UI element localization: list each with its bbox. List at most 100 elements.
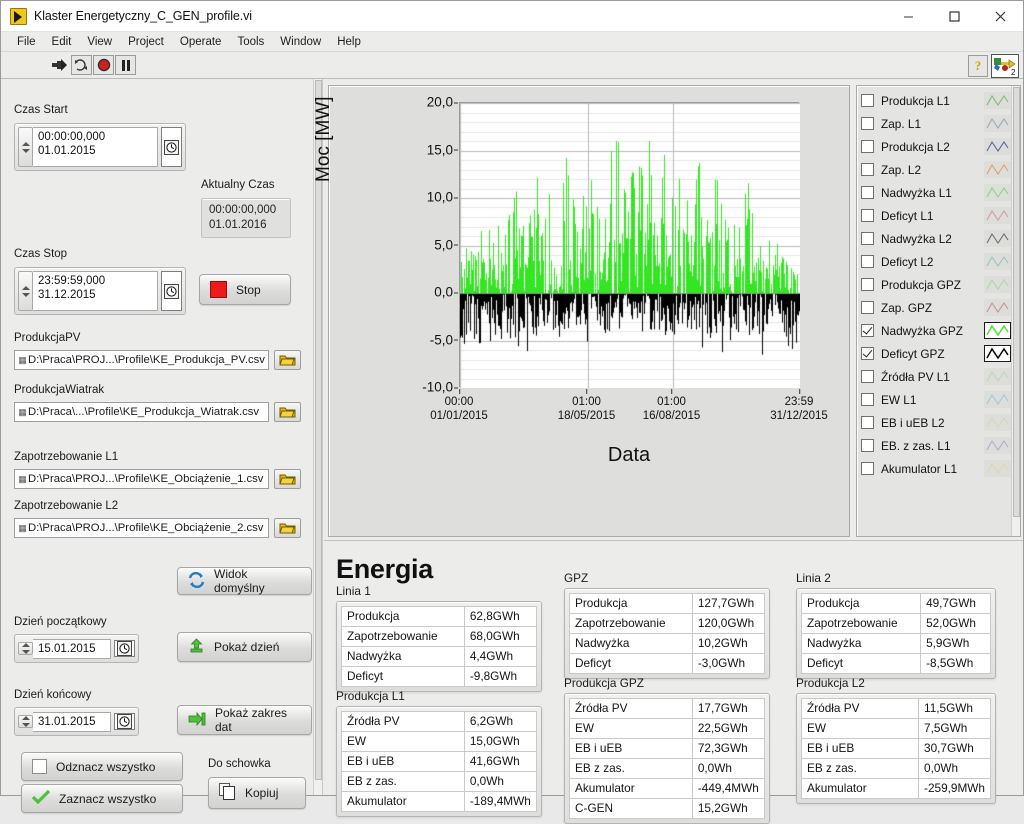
run-continuously-icon[interactable] [71,55,92,75]
legend-item[interactable]: EB i uEB L2 [861,411,1011,434]
legend-checkbox[interactable] [861,255,874,268]
menu-operate[interactable]: Operate [172,33,230,51]
pause-icon[interactable] [115,55,136,75]
legend-plot-style-swatch[interactable] [984,138,1011,155]
legend-checkbox[interactable] [861,278,874,291]
zapotrzebowanie-l1-path-control[interactable]: ▦ D:\Praca\PROJ...\Profile\KE_Obciążenie… [14,469,301,489]
zapotrzebowanie-l2-path-control[interactable]: ▦ D:\Praca\PROJ...\Profile\KE_Obciążenie… [14,518,301,538]
dzien-poczatkowy-field[interactable]: 15.01.2015 [33,638,111,659]
czas-start-calendar-icon[interactable] [161,127,182,167]
legend-checkbox[interactable] [861,186,874,199]
energia-table[interactable]: Źródła PV 17,7GWh EW 22,5GWh EB i uEB 72,3GWh… [564,693,770,824]
waveform-graph[interactable]: Moc [MW] 20,0 15,0 10,0 5,0 0,0 -5,0 -10,0 00:… [313,85,850,537]
legend-checkbox[interactable] [861,347,874,360]
legend-item[interactable]: Źródła PV L1 [861,365,1011,388]
energia-table[interactable]: Źródła PV 6,2GWh EW 15,0GWh EB i uEB 41,6GWh E… [336,706,542,817]
legend-item[interactable]: Deficyt L1 [861,204,1011,227]
legend-item[interactable]: Akumulator L1 [861,457,1011,480]
produkcjapv-path-box[interactable]: ▦ D:\Praca\PROJ...\Profile\KE_Produkcja_… [14,350,269,370]
legend-item[interactable]: Produkcja L1 [861,89,1011,112]
legend-checkbox[interactable] [861,140,874,153]
menu-view[interactable]: View [79,33,120,51]
dzien-koncowy-spinner[interactable] [18,715,33,728]
legend-plot-style-swatch[interactable] [984,276,1011,293]
run-arrow-icon[interactable] [49,55,70,75]
legend-checkbox[interactable] [861,232,874,245]
legend-plot-style-swatch[interactable] [984,92,1011,109]
legend-plot-style-swatch[interactable] [984,115,1011,132]
left-panel-scrollbar[interactable] [313,79,322,795]
legend-item[interactable]: Deficyt GPZ [861,342,1011,365]
dzien-koncowy-field[interactable]: 31.01.2015 [33,711,111,732]
abort-execution-icon[interactable] [93,55,114,75]
legend-checkbox[interactable] [861,94,874,107]
legend-item[interactable]: Deficyt L2 [861,250,1011,273]
legend-item[interactable]: Nadwyżka L1 [861,181,1011,204]
zapotrzebowanie-l1-browse-folder-icon[interactable] [274,469,301,489]
legend-plot-style-swatch[interactable] [984,322,1011,339]
energia-table[interactable]: Źródła PV 11,5GWh EW 7,5GWh EB i uEB 30,7GWh E… [796,693,996,804]
menu-edit[interactable]: Edit [44,33,80,51]
legend-item[interactable]: Zap. GPZ [861,296,1011,319]
legend-checkbox[interactable] [861,163,874,176]
legend-checkbox[interactable] [861,370,874,383]
zapotrzebowanie-l1-path-box[interactable]: ▦ D:\Praca\PROJ...\Profile\KE_Obciążenie… [14,469,269,489]
produkcjapv-path-control[interactable]: ▦ D:\Praca\PROJ...\Profile\KE_Produkcja_… [14,350,301,370]
dzien-koncowy-control[interactable]: 31.01.2015 [14,707,139,736]
czas-stop-spinner[interactable] [18,271,33,311]
legend-checkbox[interactable] [861,117,874,130]
menu-window[interactable]: Window [272,33,329,51]
pokaz-zakres-dat-button[interactable]: Pokaż zakres dat [177,705,312,735]
legend-plot-style-swatch[interactable] [984,253,1011,270]
legend-plot-style-swatch[interactable] [984,391,1011,408]
kopiuj-button[interactable]: Kopiuj [208,777,306,809]
energia-table[interactable]: Produkcja 62,8GWh Zapotrzebowanie 68,0GWh Na… [336,601,542,692]
legend-plot-style-swatch[interactable] [984,460,1011,477]
plot-legend-panel[interactable]: Produkcja L1 Zap. L1 Produkcja L2 Zap. L2 Na… [856,85,1021,537]
pokaz-dzien-button[interactable]: Pokaż dzień [177,632,312,662]
legend-plot-style-swatch[interactable] [984,207,1011,224]
produkcjawiatrak-browse-folder-icon[interactable] [274,402,301,422]
dzien-poczatkowy-calendar-icon[interactable] [114,640,135,657]
legend-item[interactable]: Nadwyżka L2 [861,227,1011,250]
energia-table[interactable]: Produkcja 49,7GWh Zapotrzebowanie 52,0GWh Na… [796,588,996,679]
legend-checkbox[interactable] [861,439,874,452]
close-button[interactable] [977,1,1023,32]
legend-scrollbar-thumb[interactable] [1013,87,1020,517]
czas-start-spinner[interactable] [18,127,33,167]
legend-item[interactable]: EW L1 [861,388,1011,411]
legend-plot-style-swatch[interactable] [984,368,1011,385]
legend-item[interactable]: Nadwyżka GPZ [861,319,1011,342]
plot-area[interactable] [459,102,800,388]
dzien-poczatkowy-spinner[interactable] [18,642,33,655]
vi-icon-badge[interactable]: 2 [991,54,1019,78]
legend-item[interactable]: EB. z zas. L1 [861,434,1011,457]
legend-plot-style-swatch[interactable] [984,345,1011,362]
legend-plot-style-swatch[interactable] [984,414,1011,431]
legend-checkbox[interactable] [861,301,874,314]
zaznacz-wszystko-button[interactable]: Zaznacz wszystko [21,784,183,813]
legend-plot-style-swatch[interactable] [984,161,1011,178]
legend-checkbox[interactable] [861,324,874,337]
zapotrzebowanie-l2-path-box[interactable]: ▦ D:\Praca\PROJ...\Profile\KE_Obciążenie… [14,518,269,538]
widok-domyslny-button[interactable]: Widok domyślny [177,567,312,595]
legend-plot-style-swatch[interactable] [984,299,1011,316]
czas-stop-control[interactable]: 23:59:59,000 31.12.2015 [14,267,186,315]
dzien-koncowy-calendar-icon[interactable] [114,713,135,730]
czas-start-field[interactable]: 00:00:00,000 01.01.2015 [33,127,158,167]
menu-project[interactable]: Project [120,33,172,51]
legend-checkbox[interactable] [861,393,874,406]
legend-item[interactable]: Produkcja GPZ [861,273,1011,296]
odznacz-wszystko-button[interactable]: Odznacz wszystko [21,752,183,781]
maximize-button[interactable] [931,1,977,32]
context-help-icon[interactable]: ? [968,55,988,77]
menu-tools[interactable]: Tools [229,33,272,51]
dzien-poczatkowy-control[interactable]: 15.01.2015 [14,634,139,663]
legend-plot-style-swatch[interactable] [984,230,1011,247]
legend-checkbox[interactable] [861,416,874,429]
minimize-button[interactable] [885,1,931,32]
zapotrzebowanie-l2-browse-folder-icon[interactable] [274,518,301,538]
produkcjapv-browse-folder-icon[interactable] [274,350,301,370]
left-scrollbar-thumb[interactable] [315,80,322,780]
energia-table[interactable]: Produkcja 127,7GWh Zapotrzebowanie 120,0GWh… [564,588,770,679]
